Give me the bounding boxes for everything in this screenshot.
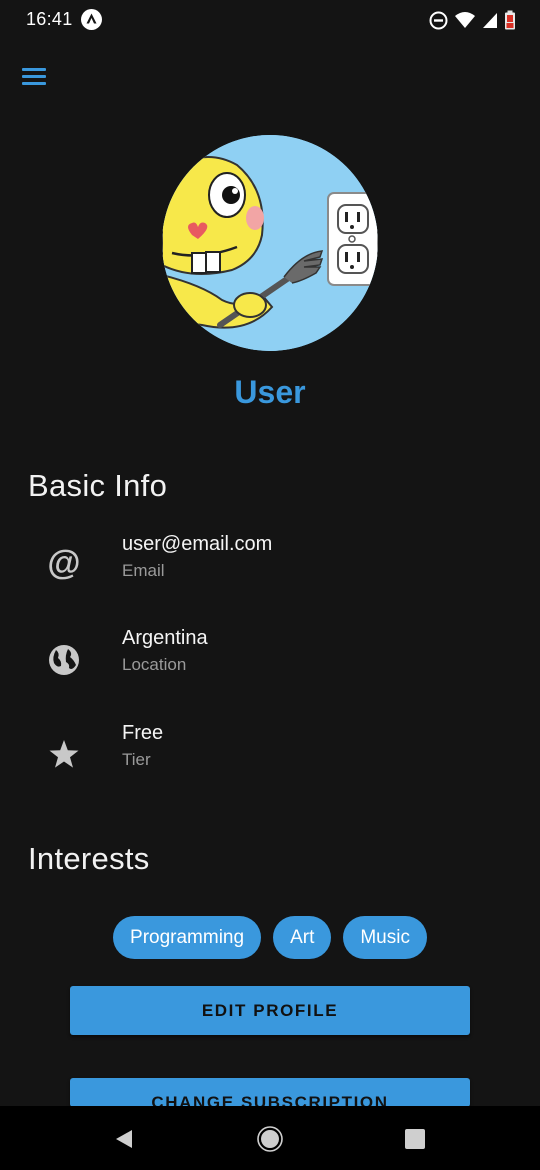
info-row-location: Argentina Location bbox=[44, 627, 494, 687]
location-label: Location bbox=[122, 655, 187, 674]
change-subscription-button[interactable]: CHANGE SUBSCRIPTION bbox=[70, 1078, 470, 1107]
chip-programming[interactable]: Programming bbox=[113, 916, 262, 959]
app-notification-icon bbox=[81, 9, 102, 30]
home-icon[interactable] bbox=[257, 1126, 283, 1152]
chip-art[interactable]: Art bbox=[273, 916, 332, 959]
email-value: user@email.com bbox=[122, 533, 273, 555]
status-time: 16:41 bbox=[26, 9, 73, 29]
at-icon: @ bbox=[44, 543, 84, 583]
edit-profile-button[interactable]: EDIT PROFILE bbox=[70, 986, 470, 1035]
tier-label: Tier bbox=[122, 750, 151, 769]
system-nav-bar bbox=[0, 1106, 540, 1170]
interests-title: Interests bbox=[28, 841, 150, 876]
recents-icon[interactable] bbox=[404, 1128, 426, 1150]
status-bar: 16:41 bbox=[0, 0, 540, 40]
status-icons bbox=[429, 9, 516, 31]
tier-value: Free bbox=[122, 722, 164, 744]
basic-info-title: Basic Info bbox=[28, 468, 168, 503]
email-label: Email bbox=[122, 561, 165, 580]
globe-icon bbox=[44, 637, 84, 677]
profile-screen: 16:41 User Basic Info @ user@email.com E… bbox=[0, 0, 540, 1170]
do-not-disturb-icon bbox=[429, 11, 448, 29]
interest-chips: Programming Art Music bbox=[0, 916, 540, 959]
battery-low-icon bbox=[505, 10, 515, 30]
info-row-tier: Free Tier bbox=[44, 722, 494, 782]
chip-music[interactable]: Music bbox=[343, 916, 427, 959]
user-name: User bbox=[234, 374, 306, 410]
back-icon[interactable] bbox=[113, 1128, 135, 1150]
star-icon bbox=[44, 732, 84, 772]
profile-avatar[interactable] bbox=[162, 135, 378, 351]
location-value: Argentina bbox=[122, 627, 208, 649]
signal-icon bbox=[483, 12, 497, 28]
hamburger-menu-icon[interactable] bbox=[16, 62, 54, 92]
wifi-icon bbox=[455, 12, 475, 28]
svg-text:@: @ bbox=[47, 544, 80, 582]
info-row-email: @ user@email.com Email bbox=[44, 533, 494, 593]
